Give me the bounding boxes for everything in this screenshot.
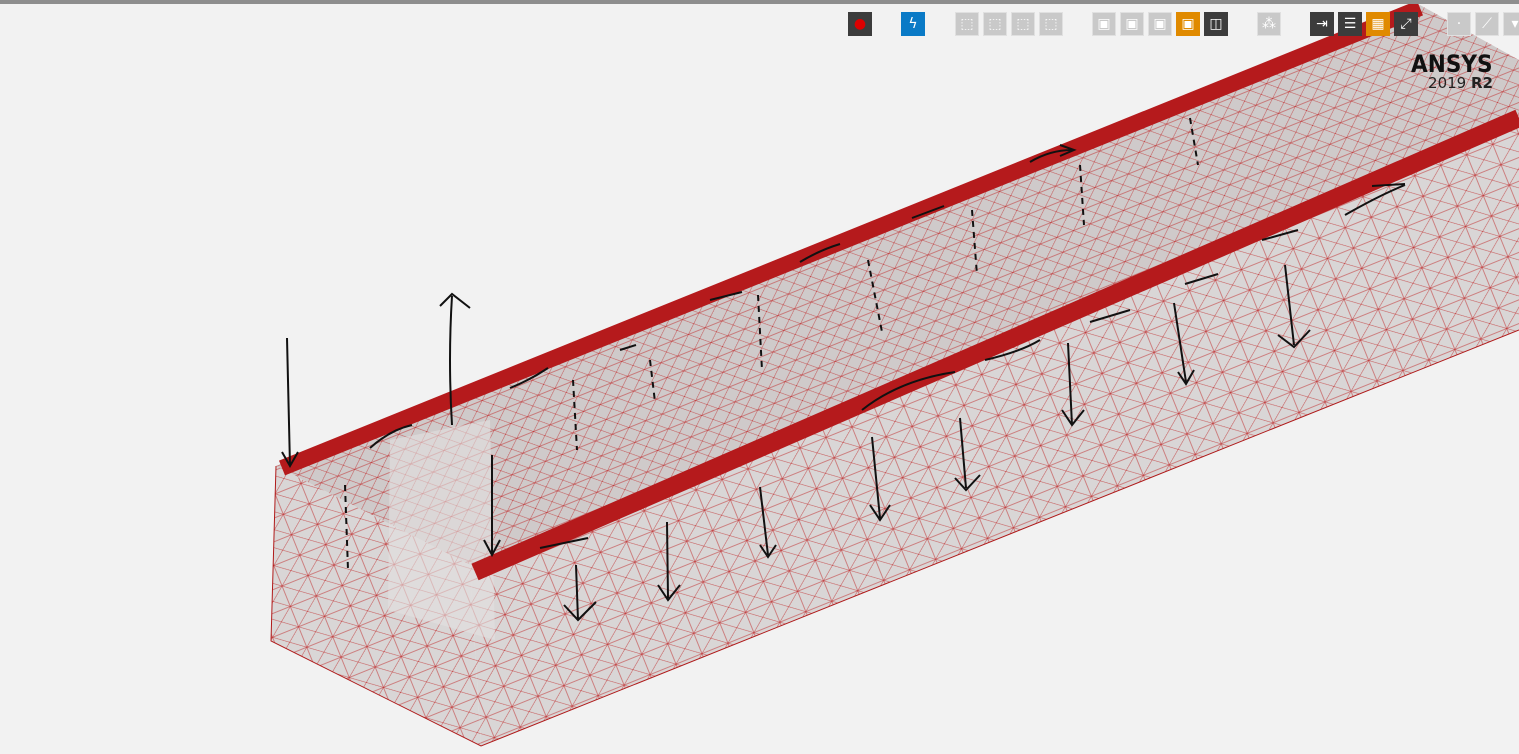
view-box-1-button[interactable]: ▣ — [1092, 12, 1116, 36]
arrow-down — [281, 337, 299, 469]
select-edge-button[interactable]: ⬚ — [1011, 12, 1035, 36]
inner-block — [388, 420, 495, 640]
view-cube-dropdown-icon: ◫ — [1209, 16, 1223, 32]
extra-2-icon: ⟋ — [1482, 16, 1492, 32]
view-box-active-button[interactable]: ▣ — [1176, 12, 1200, 36]
select-body-icon: ⬚ — [1044, 16, 1058, 32]
view-cube-dropdown-button[interactable]: ◫ — [1204, 12, 1228, 36]
select-edge-icon: ⬚ — [1016, 16, 1030, 32]
ansys-logo: ANSYS 2019 R2 — [1402, 50, 1493, 92]
model-viewport[interactable] — [0, 4, 1519, 754]
ruler-icon: ▦ — [1371, 16, 1385, 32]
fullscreen-button[interactable]: ⤢ — [1394, 12, 1418, 36]
select-mode-icon: ⬚ — [960, 16, 974, 32]
solve-lightning-icon: ϟ — [908, 16, 918, 32]
view-box-3-icon: ▣ — [1153, 16, 1167, 32]
extra-1-button[interactable]: · — [1447, 12, 1471, 36]
view-box-active-icon: ▣ — [1181, 16, 1195, 32]
record-icon: ● — [853, 16, 867, 32]
explode-button[interactable]: ⁂ — [1257, 12, 1281, 36]
record-button[interactable]: ● — [848, 12, 872, 36]
tree-button[interactable]: ☰ — [1338, 12, 1362, 36]
select-face-icon: ⬚ — [988, 16, 1002, 32]
extra-3-icon: ▾ — [1511, 16, 1519, 32]
tree-icon: ☰ — [1343, 16, 1357, 32]
extra-3-button[interactable]: ▾ — [1503, 12, 1519, 36]
ruler-button[interactable]: ▦ — [1366, 12, 1390, 36]
solve-lightning-button[interactable]: ϟ — [901, 12, 925, 36]
import-icon: ⇥ — [1316, 16, 1328, 32]
view-box-3-button[interactable]: ▣ — [1148, 12, 1172, 36]
explode-icon: ⁂ — [1262, 16, 1276, 32]
select-body-button[interactable]: ⬚ — [1039, 12, 1063, 36]
view-box-2-icon: ▣ — [1125, 16, 1139, 32]
beam-mesh-model — [270, 4, 1519, 747]
fullscreen-icon: ⤢ — [1400, 16, 1412, 32]
logo-brand: ANSYS — [1411, 50, 1493, 78]
select-mode-button[interactable]: ⬚ — [955, 12, 979, 36]
extra-1-icon: · — [1456, 16, 1462, 32]
view-box-1-icon: ▣ — [1097, 16, 1111, 32]
extra-2-button[interactable]: ⟋ — [1475, 12, 1499, 36]
import-button[interactable]: ⇥ — [1310, 12, 1334, 36]
select-face-button[interactable]: ⬚ — [983, 12, 1007, 36]
view-box-2-button[interactable]: ▣ — [1120, 12, 1144, 36]
